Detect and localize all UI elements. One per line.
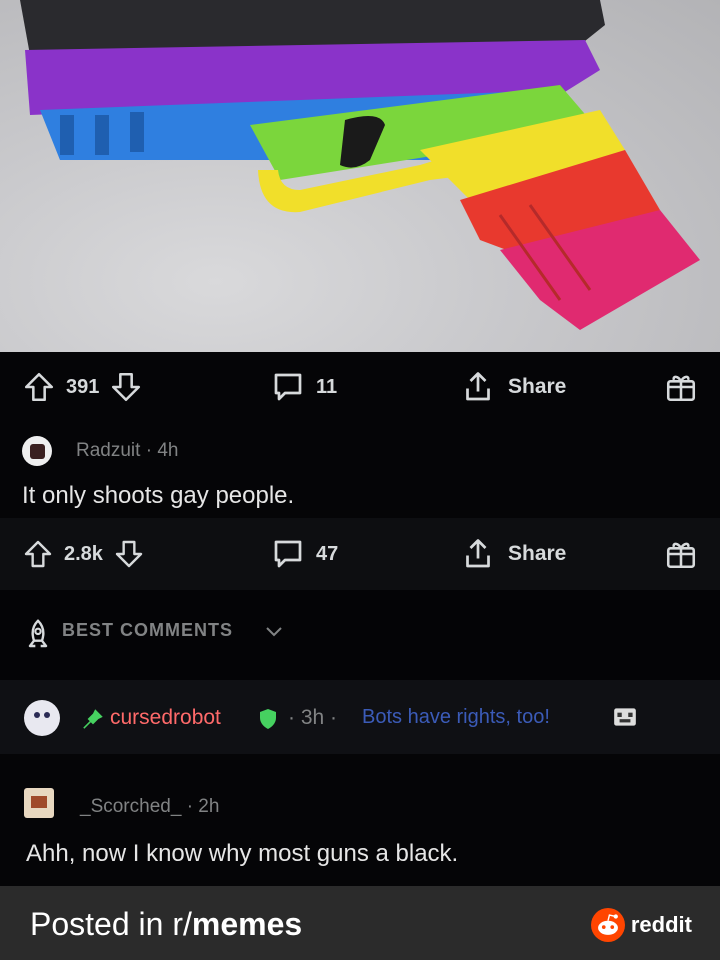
- sort-label: BEST COMMENTS: [62, 620, 234, 640]
- share-icon: [466, 372, 490, 401]
- downvote-icon[interactable]: [109, 370, 143, 404]
- reply-meta: _Scorched_ · 2h: [80, 796, 219, 818]
- posted-prefix: Posted in r/: [30, 906, 192, 942]
- reply-body: Ahh, now I know why most guns a black.: [26, 840, 459, 867]
- post-share-label: Share: [508, 375, 567, 398]
- comment-share-button[interactable]: Share: [460, 536, 566, 572]
- moderator-shield-icon: [260, 709, 276, 729]
- posted-in-label: Posted in r/memes: [30, 906, 302, 943]
- post-share-button[interactable]: Share: [460, 369, 566, 405]
- post-vote-group: 391: [22, 370, 143, 404]
- reddit-snoo-icon: [590, 908, 625, 942]
- subreddit-name[interactable]: memes: [192, 906, 302, 942]
- comment-age: 4h: [157, 440, 179, 461]
- reddit-wordmark: reddit: [630, 912, 692, 937]
- gift-award-icon[interactable]: [664, 537, 698, 571]
- comment-upvote-count: 2.8k: [64, 542, 103, 565]
- comment-sort-selector[interactable]: BEST COMMENTS: [0, 590, 720, 680]
- share-footer: Posted in r/memes reddit: [0, 886, 720, 960]
- comment-scorched: _Scorched_ · 2h Ahh, now I know why most…: [0, 754, 720, 886]
- robot-emoji-icon: [614, 708, 636, 726]
- post-action-bar: 391 11 Share: [0, 352, 720, 422]
- gift-award-icon[interactable]: [664, 370, 698, 404]
- comment-bubble-icon: [274, 373, 302, 401]
- comment-radzuit: Radzuit · 4h It only shoots gay people.: [0, 422, 720, 518]
- reddit-logo: reddit: [590, 908, 692, 942]
- comment-cursedrobot: cursedrobot · 3h · Bots have rights, too…: [0, 680, 720, 754]
- comment-action-bar: 2.8k 47 Share: [0, 518, 720, 590]
- downvote-icon[interactable]: [113, 538, 145, 570]
- comment-share-label: Share: [508, 542, 567, 565]
- comment-meta: Radzuit · 4h: [76, 440, 178, 462]
- reply-author[interactable]: _Scorched_: [80, 796, 181, 817]
- comment-reply-count: 47: [316, 542, 339, 565]
- avatar[interactable]: [22, 436, 52, 466]
- bot-age: 3h: [300, 706, 325, 729]
- avatar[interactable]: [24, 788, 54, 818]
- reply-age: 2h: [198, 796, 220, 817]
- meta-separator: ·: [145, 440, 158, 461]
- bot-meta: · 3h ·: [288, 706, 338, 729]
- upvote-icon[interactable]: [22, 370, 56, 404]
- avatar[interactable]: [24, 700, 60, 736]
- comment-author[interactable]: Radzuit: [76, 440, 140, 461]
- comment-vote-group: 2.8k: [22, 538, 145, 570]
- bot-author[interactable]: cursedrobot: [110, 706, 221, 730]
- comment-replies-button[interactable]: 47: [270, 536, 338, 572]
- post-upvote-count: 391: [66, 375, 100, 398]
- chevron-down-icon: [266, 627, 282, 637]
- pin-icon: [83, 709, 103, 729]
- post-image[interactable]: [0, 0, 720, 352]
- upvote-icon[interactable]: [22, 538, 54, 570]
- meta-separator: ·: [186, 796, 199, 817]
- post-comments-button[interactable]: 11: [270, 369, 337, 405]
- comment-body: It only shoots gay people.: [22, 482, 295, 509]
- rocket-icon: [28, 619, 48, 648]
- comment-bubble-icon: [274, 540, 302, 568]
- user-flair: Bots have rights, too!: [362, 706, 550, 728]
- post-comment-count: 11: [316, 375, 338, 398]
- share-icon: [466, 539, 490, 568]
